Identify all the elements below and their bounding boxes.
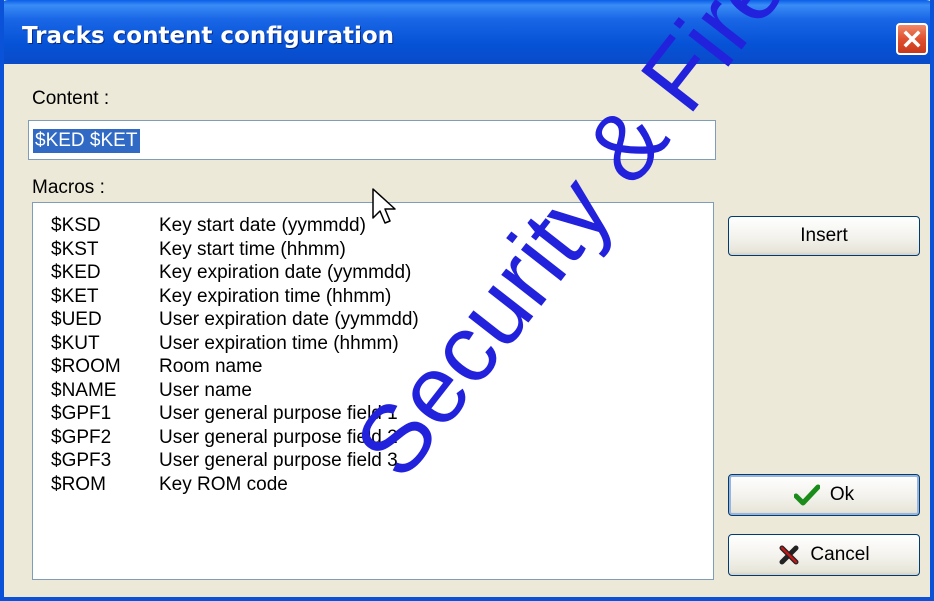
- macro-code: $KED: [51, 262, 101, 283]
- macro-code: $KUT: [51, 332, 100, 354]
- ok-button[interactable]: Ok: [728, 474, 920, 516]
- macro-code: $KET: [51, 285, 99, 307]
- ok-button-label: Ok: [829, 484, 855, 505]
- macro-code: $GPF2: [51, 426, 112, 448]
- checkmark-icon: [793, 484, 820, 506]
- close-button[interactable]: [896, 23, 928, 55]
- macro-description: User general purpose field 2: [159, 426, 398, 448]
- dialog-window: Tracks content configuration Content : $…: [0, 0, 934, 601]
- macro-code: $ROM: [51, 473, 106, 495]
- macro-description: Key start time (hhmm): [159, 238, 346, 260]
- insert-button[interactable]: Insert: [728, 216, 920, 256]
- macro-description: User expiration time (hhmm): [159, 332, 399, 354]
- x-icon: [778, 544, 800, 566]
- content-input[interactable]: $KED $KET: [28, 120, 716, 160]
- cancel-button-label: Cancel: [810, 544, 870, 565]
- title-bar[interactable]: Tracks content configuration: [4, 0, 930, 64]
- insert-button-label: Insert: [800, 225, 848, 246]
- content-label: Content :: [32, 88, 110, 109]
- content-input-value[interactable]: $KED $KET: [33, 129, 141, 153]
- macro-description: Key expiration time (hhmm): [159, 285, 392, 307]
- cancel-button[interactable]: Cancel: [728, 534, 920, 576]
- macro-description: User name: [159, 379, 252, 401]
- macro-code: $UED: [51, 309, 102, 330]
- macro-description: User expiration date (yymmdd): [159, 309, 419, 330]
- macro-code: $GPF3: [51, 450, 112, 471]
- macro-description: Key ROM code: [159, 473, 288, 495]
- macro-code: $ROOM: [51, 356, 121, 377]
- macro-description: Room name: [159, 356, 263, 377]
- macros-label: Macros :: [32, 177, 105, 198]
- close-icon: [903, 30, 921, 48]
- macro-description: Key start date (yymmdd): [159, 215, 366, 236]
- macro-code: $KSD: [51, 215, 101, 236]
- macro-code: $KST: [51, 238, 99, 260]
- macro-description: User general purpose field 1: [159, 403, 398, 424]
- macro-code: $GPF1: [51, 403, 112, 424]
- macro-description: Key expiration date (yymmdd): [159, 262, 412, 283]
- macros-list[interactable]: $KSD Key start date (yymmdd) $KST Key st…: [32, 202, 714, 580]
- window-title: Tracks content configuration: [22, 23, 395, 49]
- macro-description: User general purpose field 3: [159, 450, 398, 471]
- macro-code: $NAME: [51, 379, 117, 401]
- mouse-cursor-icon: [372, 188, 396, 224]
